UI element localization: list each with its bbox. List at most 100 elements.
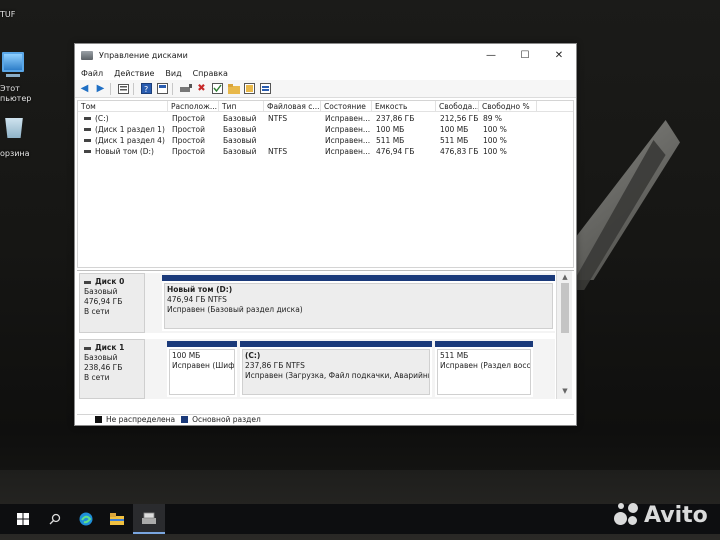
avito-logo-icon (614, 502, 640, 528)
cell-free-percent: 100 % (483, 147, 507, 156)
partition-size: 100 МБ (172, 351, 201, 360)
menu-help[interactable]: Справка (187, 69, 233, 78)
cell-status: Исправен... (325, 147, 371, 156)
disk-map: Диск 0 Базовый 476,94 ГБ В сети Новый то… (77, 270, 574, 414)
list-view-icon[interactable] (117, 82, 130, 95)
close-button[interactable]: ✕ (542, 44, 576, 66)
legend-swatch-primary (181, 416, 189, 423)
partition-d-info: Новый том (D:) 476,94 ГБ NTFS Исправен (… (167, 285, 552, 315)
cell-capacity: 511 МБ (376, 136, 405, 145)
cell-layout: Простой (172, 114, 205, 123)
desktop-icon-this-pc-label-top[interactable]: Этот (0, 84, 20, 93)
partition-title: (C:) (245, 351, 261, 360)
back-icon[interactable]: ◀ (78, 82, 91, 95)
partition-c[interactable]: (C:) 237,86 ГБ NTFS Исправен (Загрузка, … (240, 341, 432, 397)
console-icon[interactable] (179, 82, 192, 95)
minimize-button[interactable]: — (474, 44, 508, 66)
volume-row[interactable]: (Диск 1 раздел 1) Простой Базовый Исправ… (78, 124, 573, 135)
title-bar[interactable]: Управление дисками — ☐ ✕ (75, 44, 576, 66)
new-volume-icon[interactable] (243, 82, 256, 95)
column-header-type[interactable]: Тип (219, 101, 264, 112)
desktop-icon-this-pc-label[interactable]: пьютер (0, 94, 31, 103)
column-header-layout[interactable]: Располож... (168, 101, 219, 112)
partition-size: 237,86 ГБ NTFS (245, 361, 305, 370)
folder-icon[interactable] (227, 82, 240, 95)
disk-1-size: 238,46 ГБ (84, 363, 123, 372)
menu-action[interactable]: Действие (108, 69, 159, 78)
maximize-button[interactable]: ☐ (508, 44, 542, 66)
legend-label-unallocated: Не распределена (106, 415, 176, 424)
volume-list-header: Том Располож... Тип Файловая с... Состоя… (78, 101, 573, 112)
search-icon[interactable] (42, 504, 68, 534)
avito-watermark: Avito (614, 500, 708, 530)
column-header-free-percent[interactable]: Свободно % (479, 101, 537, 112)
desktop-icon-recycle-bin-label[interactable]: орзина (0, 149, 30, 158)
cell-capacity: 100 МБ (376, 125, 405, 134)
cell-free: 476,83 ГБ (440, 147, 479, 156)
forward-icon[interactable]: ▶ (94, 82, 107, 95)
cell-free: 511 МБ (440, 136, 469, 145)
cell-type: Базовый (223, 147, 257, 156)
menu-file[interactable]: Файл (75, 69, 108, 78)
column-header-free[interactable]: Свобода... (436, 101, 479, 112)
disk-0-panel[interactable]: Диск 0 Базовый 476,94 ГБ В сети Новый то… (79, 273, 555, 333)
partition-status: Исправен (Базовый раздел диска) (167, 305, 303, 314)
cell-free-percent: 100 % (483, 125, 507, 134)
cell-type: Базовый (223, 114, 257, 123)
toolbar-separator (110, 82, 111, 95)
cell-free-percent: 100 % (483, 136, 507, 145)
column-header-capacity[interactable]: Емкость (372, 101, 436, 112)
cell-type: Базовый (223, 136, 257, 145)
partition-bar (162, 275, 555, 281)
cell-capacity: 476,94 ГБ (376, 147, 415, 156)
format-icon[interactable] (259, 82, 272, 95)
volume-list[interactable]: Том Располож... Тип Файловая с... Состоя… (77, 100, 574, 268)
scroll-up-arrow-icon[interactable]: ▲ (561, 273, 569, 281)
partition-d[interactable]: Новый том (D:) 476,94 ГБ NTFS Исправен (… (162, 275, 555, 331)
column-header-filesystem[interactable]: Файловая с... (264, 101, 321, 112)
cell-filesystem (265, 135, 321, 146)
partition-c-info: (C:) 237,86 ГБ NTFS Исправен (Загрузка, … (245, 351, 429, 381)
partition-status: Исправен (Загрузка, Файл подкачки, Авари… (245, 371, 429, 380)
partition-efi[interactable]: 100 МБ Исправен (Шифрс (167, 341, 237, 397)
scroll-down-arrow-icon[interactable]: ▼ (561, 387, 569, 395)
properties-icon[interactable]: ? (140, 82, 153, 95)
legend-label-primary: Основной раздел (192, 415, 261, 424)
desktop-icon-tuf-label[interactable]: TUF (0, 10, 15, 19)
scrollbar-thumb[interactable] (561, 283, 569, 333)
disk-management-icon[interactable] (133, 504, 165, 534)
disk-map-scrollbar[interactable]: ▲ ▼ (556, 271, 572, 399)
disk-management-window: Управление дисками — ☐ ✕ Файл Действие В… (74, 43, 577, 426)
legend: Не распределена Основной раздел (77, 414, 574, 424)
volume-row[interactable]: (Диск 1 раздел 4) Простой Базовый Исправ… (78, 135, 573, 146)
toolbar-separator (133, 82, 134, 95)
partition-efi-info: 100 МБ Исправен (Шифрс (172, 351, 234, 371)
disk-1-panel[interactable]: Диск 1 Базовый 238,46 ГБ В сети 100 МБ И… (79, 339, 555, 399)
disk-0-type: Базовый (84, 287, 118, 296)
partition-recovery[interactable]: 511 МБ Исправен (Раздел восстан (435, 341, 533, 397)
svg-text:?: ? (144, 85, 148, 94)
help-icon[interactable] (156, 82, 169, 95)
window-title: Управление дисками (99, 50, 188, 60)
disk-icon (84, 346, 91, 350)
delete-icon[interactable]: ✖ (195, 82, 208, 95)
cell-layout: Простой (172, 125, 205, 134)
explorer-icon[interactable] (104, 504, 130, 534)
disk-0-state: В сети (84, 307, 110, 316)
volume-row[interactable]: Новый том (D:) Простой Базовый NTFS Испр… (78, 146, 573, 157)
start-icon[interactable] (10, 504, 36, 534)
volume-row[interactable]: (C:) Простой Базовый NTFS Исправен... 23… (78, 113, 573, 124)
partition-status: Исправен (Шифрс (172, 361, 234, 370)
partition-bar (435, 341, 533, 347)
checkmark-icon[interactable] (211, 82, 224, 95)
cell-status: Исправен... (325, 125, 371, 134)
menu-view[interactable]: Вид (159, 69, 186, 78)
column-header-volume[interactable]: Том (78, 101, 168, 112)
column-header-status[interactable]: Состояние (321, 101, 372, 112)
avito-text: Avito (644, 502, 708, 528)
volume-icon (84, 128, 91, 131)
edge-icon[interactable] (73, 504, 99, 534)
disk-1-info[interactable]: Диск 1 Базовый 238,46 ГБ В сети (79, 339, 145, 399)
this-pc-icon[interactable] (2, 52, 24, 72)
disk-0-info[interactable]: Диск 0 Базовый 476,94 ГБ В сети (79, 273, 145, 333)
